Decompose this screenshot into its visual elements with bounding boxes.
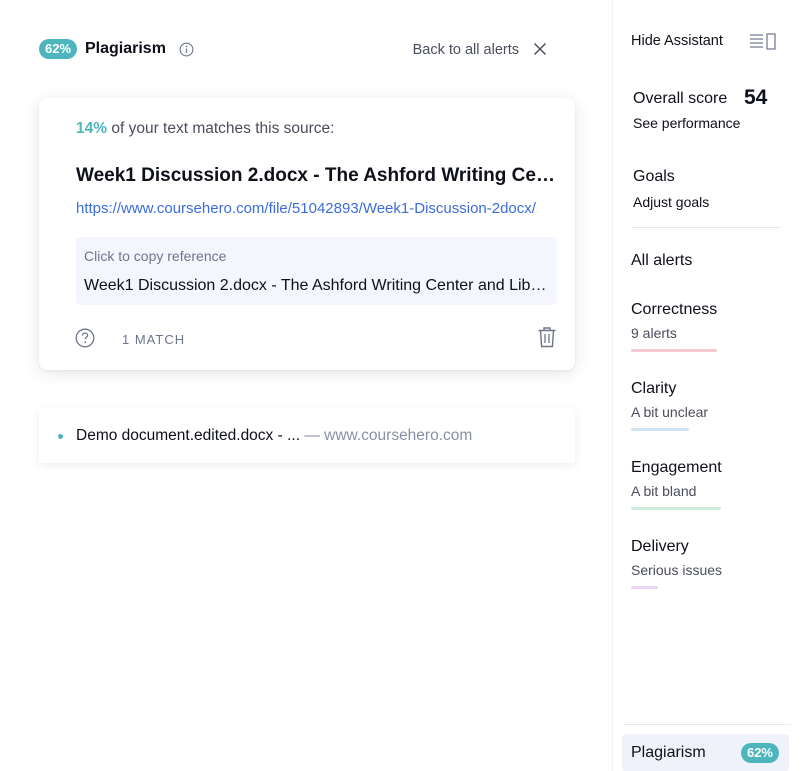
alert-title: Plagiarism bbox=[85, 40, 166, 57]
category-title: Engagement bbox=[631, 459, 722, 476]
category-status: A bit unclear bbox=[631, 404, 709, 420]
plagiarism-badge: 62% bbox=[740, 743, 779, 763]
all-alerts-link[interactable]: All alerts bbox=[631, 252, 692, 270]
see-performance-link[interactable]: See performance bbox=[633, 115, 740, 131]
adjust-goals-link[interactable]: Adjust goals bbox=[633, 194, 709, 210]
sidebar-plagiarism-item[interactable]: Plagiarism 62% bbox=[622, 734, 789, 771]
match-percent: 14% bbox=[76, 120, 108, 137]
match-count: 1 MATCH bbox=[122, 332, 186, 347]
plagiarism-score-badge: 62% bbox=[39, 39, 78, 59]
category-bar bbox=[631, 586, 658, 589]
source-url-link[interactable]: https://www.coursehero.com/file/51042893… bbox=[76, 200, 551, 217]
category-status: A bit bland bbox=[631, 483, 697, 499]
copy-reference-box[interactable]: Click to copy reference Week1 Discussion… bbox=[76, 237, 557, 305]
sidebar-divider bbox=[631, 227, 781, 228]
category-title: Delivery bbox=[631, 538, 689, 555]
other-source-domain: — www.coursehero.com bbox=[300, 427, 473, 444]
source-title: Week1 Discussion 2.docx - The Ashford Wr… bbox=[76, 165, 556, 186]
other-source-item[interactable]: Demo document.edited.docx - ... — www.co… bbox=[39, 408, 575, 463]
hide-assistant-button[interactable]: Hide Assistant bbox=[631, 33, 723, 49]
info-icon[interactable] bbox=[179, 42, 194, 57]
category-delivery[interactable]: Delivery Serious issues bbox=[631, 538, 791, 596]
category-correctness[interactable]: Correctness 9 alerts bbox=[631, 301, 791, 359]
panel-toggle-icon[interactable] bbox=[749, 33, 777, 51]
source-bullet bbox=[58, 434, 63, 439]
sidebar-bottom-divider bbox=[623, 724, 791, 725]
overall-score[interactable]: Overall score 54 See performance bbox=[633, 86, 793, 136]
match-summary-text: of your text matches this source: bbox=[111, 120, 335, 137]
category-title: Clarity bbox=[631, 380, 677, 397]
goals-title: Goals bbox=[633, 168, 675, 185]
category-bar bbox=[631, 507, 721, 510]
reference-text: Week1 Discussion 2.docx - The Ashford Wr… bbox=[84, 277, 549, 294]
help-icon[interactable] bbox=[75, 328, 95, 348]
category-bar bbox=[631, 428, 689, 431]
goals[interactable]: Goals Adjust goals bbox=[633, 168, 783, 212]
overall-score-label: Overall score bbox=[633, 90, 728, 107]
copy-reference-label: Click to copy reference bbox=[84, 248, 227, 264]
category-clarity[interactable]: Clarity A bit unclear bbox=[631, 380, 791, 438]
close-icon[interactable] bbox=[533, 42, 547, 56]
overall-score-value: 54 bbox=[744, 86, 768, 109]
source-match-card: 14% of your text matches this source: We… bbox=[39, 98, 575, 370]
match-summary: 14% of your text matches this source: bbox=[76, 120, 334, 138]
plagiarism-panel: 62% Plagiarism Back to all alerts 14% of… bbox=[0, 0, 612, 771]
other-source-text: Demo document.edited.docx - ... — www.co… bbox=[76, 427, 472, 445]
category-status: 9 alerts bbox=[631, 325, 677, 341]
category-engagement[interactable]: Engagement A bit bland bbox=[631, 459, 791, 517]
trash-icon[interactable] bbox=[537, 326, 557, 348]
other-source-document: Demo document.edited.docx - ... bbox=[76, 427, 301, 444]
assistant-sidebar: Hide Assistant Overall score 54 See perf… bbox=[612, 0, 802, 771]
category-title: Correctness bbox=[631, 301, 718, 318]
plagiarism-label: Plagiarism bbox=[631, 744, 706, 761]
category-bar bbox=[631, 349, 717, 352]
alert-header: 62% Plagiarism Back to all alerts bbox=[39, 38, 559, 62]
back-to-alerts-link[interactable]: Back to all alerts bbox=[413, 40, 519, 60]
category-status: Serious issues bbox=[631, 562, 723, 578]
